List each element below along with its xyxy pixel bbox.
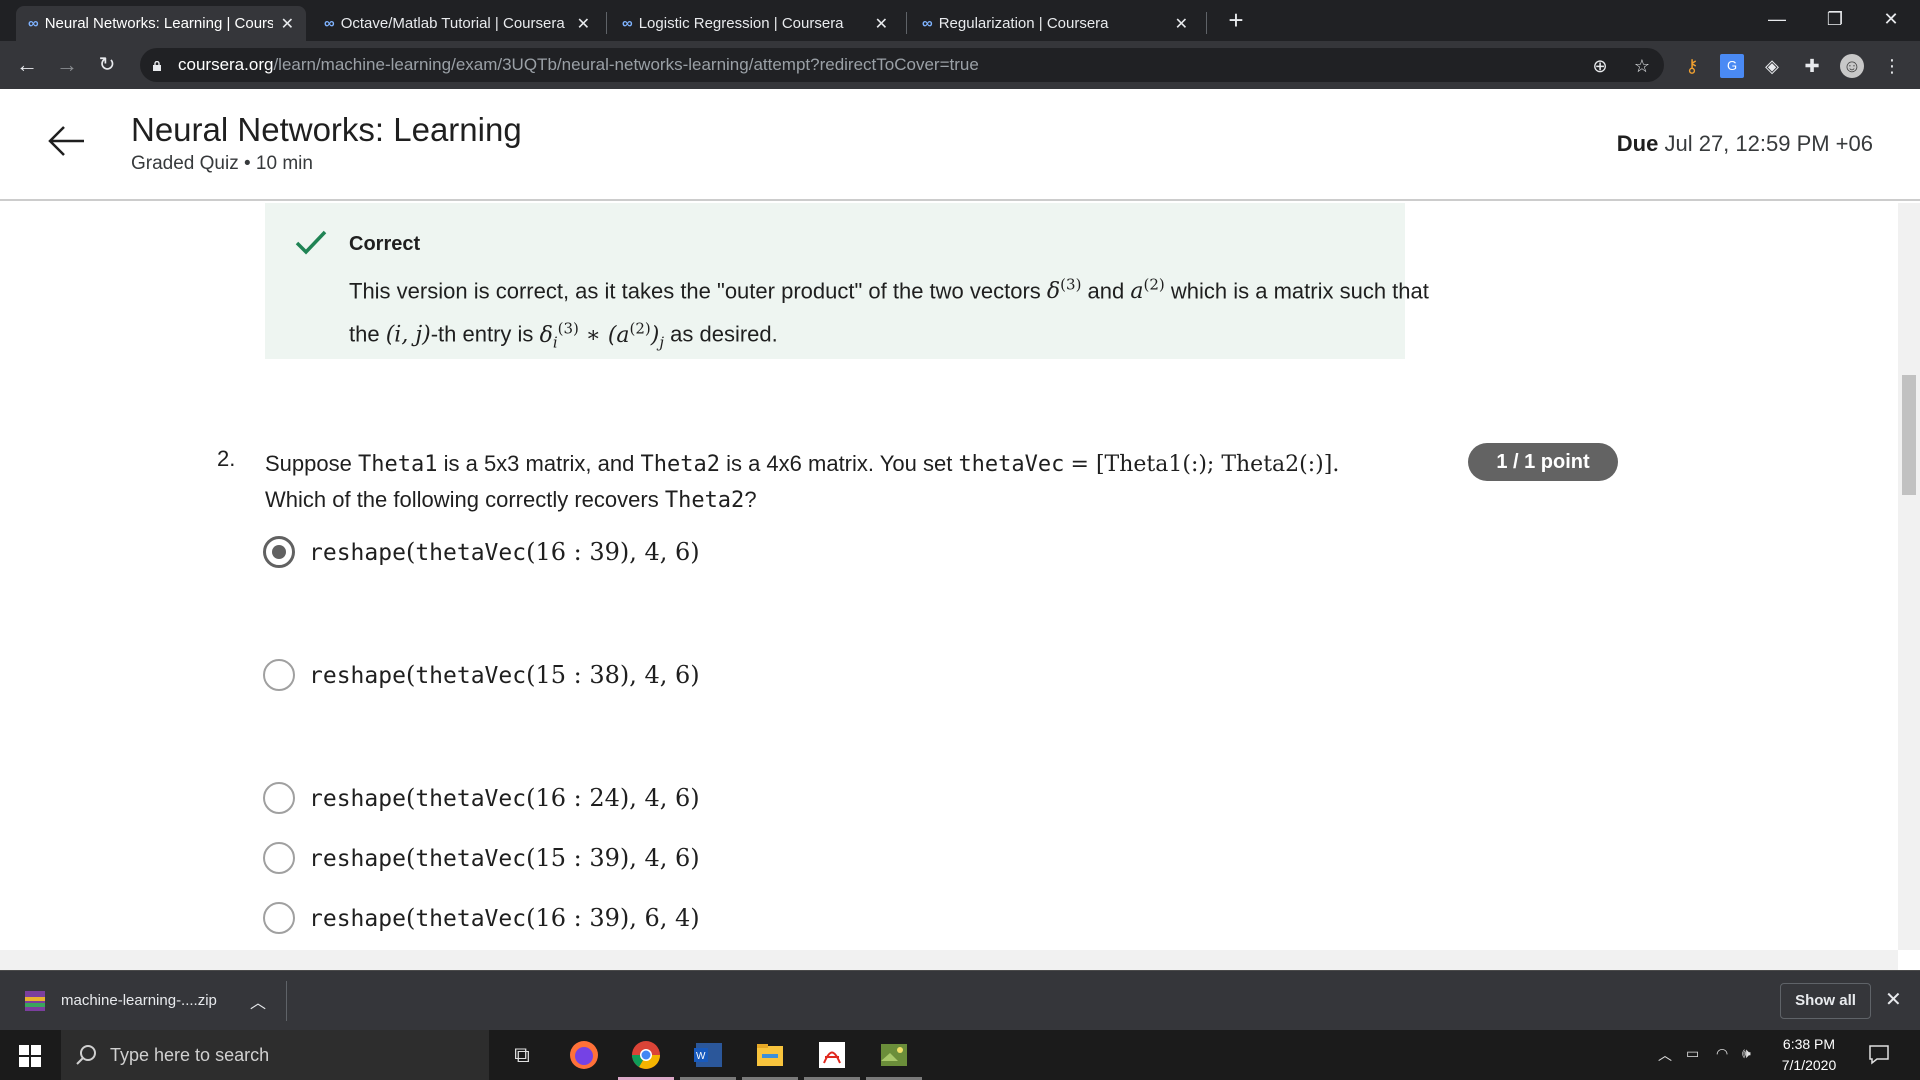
search-placeholder: Type here to search [110,1045,270,1065]
forward-nav-icon[interactable]: → [52,50,82,80]
feedback-text: This version is correct, as it takes the… [349,276,1429,352]
answer-option-1[interactable]: reshape(thetaVec(16 : 39), 4, 6) [263,536,700,568]
quiz-content: Correct This version is correct, as it t… [0,203,1898,950]
tab-separator [606,12,607,34]
svg-text:W: W [696,1051,706,1062]
vertical-scrollbar[interactable] [1898,203,1920,950]
page-title: Neural Networks: Learning [131,111,522,148]
chevron-up-icon[interactable]: ︿ [250,989,266,1013]
tab-close-icon[interactable]: ✕ [1175,14,1188,34]
coursera-favicon-icon: ∞ [922,15,933,32]
file-explorer-icon[interactable] [754,1039,786,1071]
extensions-puzzle-icon[interactable]: ✚ [1800,54,1824,78]
back-arrow-icon[interactable] [44,119,88,163]
feedback-correct-box: Correct This version is correct, as it t… [265,203,1429,359]
tab-close-icon[interactable]: ✕ [577,14,590,34]
question-text: Suppose Theta1 is a 5x3 matrix, and Thet… [265,451,1340,513]
horizontal-scrollbar[interactable] [0,950,1898,970]
taskbar-search-box[interactable]: Type here to search [61,1030,489,1080]
tab-separator [1206,12,1207,34]
radio-button-selected[interactable] [263,536,295,568]
windows-taskbar: Type here to search ⧉ W ︿ ▭ ◠ 🕪 6:38 PM … [0,1030,1920,1080]
tab-title: Neural Networks: Learning | Coursera [44,15,273,32]
points-badge: 1 / 1 point [1468,443,1618,481]
question-number: 2. [217,446,236,471]
option-label: reshape(thetaVec(16 : 39), 6, 4) [309,904,700,932]
coursera-favicon-icon: ∞ [324,15,335,32]
radio-button[interactable] [263,842,295,874]
radio-button[interactable] [263,902,295,934]
zoom-icon[interactable]: ⊕ [1588,54,1612,78]
back-nav-icon[interactable]: ← [12,50,42,80]
task-view-icon[interactable]: ⧉ [506,1039,538,1071]
tab-separator [906,12,907,34]
acrobat-icon[interactable] [816,1039,848,1071]
scrollbar-thumb[interactable] [1902,375,1916,495]
battery-icon[interactable]: ▭ [1686,1045,1699,1062]
show-all-button[interactable]: Show all [1780,983,1871,1019]
quiz-subtitle: Graded Quiz • 10 min [131,153,313,174]
download-bar-close-icon[interactable]: ✕ [1885,987,1902,1012]
lock-icon [153,61,161,71]
coursera-favicon-icon: ∞ [622,15,633,32]
answer-option-4[interactable]: reshape(thetaVec(15 : 39), 4, 6) [263,842,700,874]
quiz-header: Neural Networks: Learning Graded Quiz • … [0,89,1920,201]
wifi-icon[interactable]: ◠ [1716,1045,1728,1062]
tab-close-icon[interactable]: ✕ [281,14,294,34]
option-label: reshape(thetaVec(15 : 38), 4, 6) [309,661,700,689]
browser-tab-strip: ∞ Neural Networks: Learning | Coursera ✕… [0,0,1920,41]
tray-chevron-up-icon[interactable]: ︿ [1658,1045,1672,1065]
zip-file-icon [25,991,45,1011]
coursera-favicon-icon: ∞ [28,15,39,32]
option-label: reshape(thetaVec(15 : 39), 4, 6) [309,844,700,872]
extension-key-icon[interactable]: ⚷ [1680,54,1704,78]
radio-button[interactable] [263,782,295,814]
tab-neural-networks[interactable]: ∞ Neural Networks: Learning | Coursera ✕ [16,6,306,41]
tab-title: Regularization | Coursera [938,15,1109,32]
download-separator [286,981,287,1021]
answer-option-5[interactable]: reshape(thetaVec(16 : 39), 6, 4) [263,902,700,934]
windows-start-icon[interactable] [19,1045,41,1067]
volume-icon[interactable]: 🕪 [1742,1045,1751,1062]
photos-app-icon[interactable] [878,1039,910,1071]
tab-close-icon[interactable]: ✕ [875,14,888,34]
window-close-icon[interactable]: ✕ [1862,0,1920,38]
word-icon[interactable]: W [692,1039,724,1071]
restore-icon[interactable]: ❐ [1806,0,1864,38]
tab-title: Logistic Regression | Coursera [638,15,844,32]
menu-kebab-icon[interactable]: ⋮ [1880,54,1904,78]
feedback-label: Correct [349,233,421,255]
minimize-icon[interactable]: — [1748,0,1806,38]
answer-option-2[interactable]: reshape(thetaVec(15 : 38), 4, 6) [263,659,700,691]
option-label: reshape(thetaVec(16 : 39), 4, 6) [309,538,700,566]
download-filename[interactable]: machine-learning-....zip [61,992,217,1009]
option-label: reshape(thetaVec(16 : 24), 4, 6) [309,784,700,812]
tab-title: Octave/Matlab Tutorial | Coursera [340,15,565,32]
profile-avatar[interactable]: ☺ [1840,54,1864,78]
tab-octave-tutorial[interactable]: ∞ Octave/Matlab Tutorial | Coursera ✕ [312,6,602,41]
checkmark-icon [295,230,327,255]
reload-icon[interactable]: ↻ [92,50,122,80]
due-date: Due Jul 27, 12:59 PM +06 [1616,131,1873,156]
bookmark-star-icon[interactable]: ☆ [1630,54,1654,78]
radio-button[interactable] [263,659,295,691]
url-text[interactable]: coursera.org/learn/machine-learning/exam… [178,55,979,75]
new-tab-button[interactable]: + [1222,6,1250,34]
search-icon [76,1045,96,1065]
google-translate-icon[interactable]: G [1720,54,1744,78]
tab-logistic-regression[interactable]: ∞ Logistic Regression | Coursera ✕ [610,6,900,41]
browser-toolbar: ← → ↻ coursera.org/learn/machine-learnin… [0,41,1920,89]
tab-regularization[interactable]: ∞ Regularization | Coursera ✕ [910,6,1200,41]
extension-tag-icon[interactable]: ◈ [1760,54,1784,78]
taskbar-clock[interactable]: 6:38 PM 7/1/2020 [1768,1034,1850,1076]
chrome-icon[interactable] [630,1039,662,1071]
notification-icon[interactable] [1868,1043,1890,1065]
firefox-icon[interactable] [568,1039,600,1071]
download-bar: machine-learning-....zip ︿ Show all ✕ [0,970,1920,1030]
answer-option-3[interactable]: reshape(thetaVec(16 : 24), 4, 6) [263,782,700,814]
